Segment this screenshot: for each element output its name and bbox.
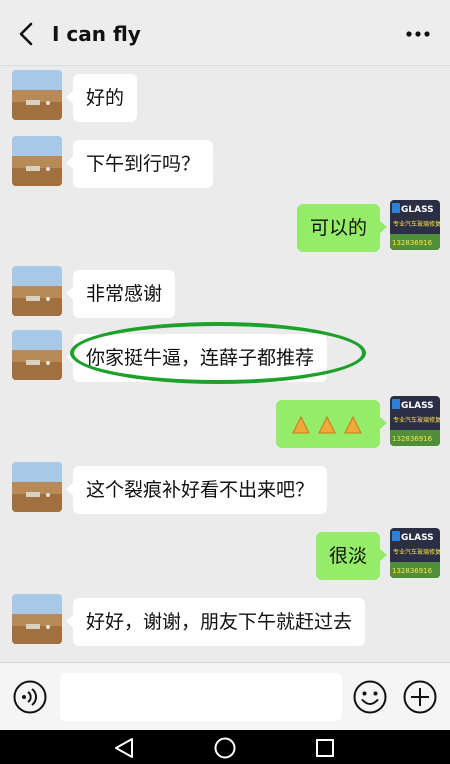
contact-avatar[interactable] xyxy=(12,594,62,644)
message-row: 非常感谢 xyxy=(0,266,450,322)
message-bubble-incoming[interactable]: 下午到行吗？ xyxy=(65,140,214,188)
message-bubble-incoming[interactable]: 好好，谢谢，朋友下午就赶过去 xyxy=(65,598,366,646)
back-chevron-icon[interactable] xyxy=(14,20,40,48)
my-avatar[interactable]: GLASS 专业汽车玻璃修复 132836916 xyxy=(390,396,440,446)
message-bubble-outgoing[interactable]: 很淡 xyxy=(315,532,388,580)
my-avatar[interactable]: GLASS 专业汽车玻璃修复 132836916 xyxy=(390,200,440,250)
avatar-phone-text: 132836916 xyxy=(392,239,433,247)
message-row: 这个裂痕补好看不出来吧？ xyxy=(0,462,450,518)
avatar-phone-text: 132836916 xyxy=(392,435,433,443)
my-avatar[interactable]: GLASS 专业汽车玻璃修复 132836916 xyxy=(390,528,440,578)
avatar-phone-text: 132836916 xyxy=(392,567,433,575)
avatar-caption-text: 专业汽车玻璃修复 xyxy=(393,416,440,424)
message-list[interactable]: 好的 下午到行吗？ 可以的 GLASS 专业汽车玻璃修复 132836916 非… xyxy=(0,66,450,662)
avatar-brand-text: GLASS xyxy=(401,401,434,411)
emoji-icon[interactable] xyxy=(352,679,388,715)
message-row: 好的 xyxy=(0,70,450,126)
contact-avatar[interactable] xyxy=(12,462,62,512)
message-row: GLASS 专业汽车玻璃修复 132836916 xyxy=(0,396,450,452)
message-bubble-incoming[interactable]: 非常感谢 xyxy=(65,270,176,318)
chat-title: I can fly xyxy=(52,22,141,46)
highlight-ellipse xyxy=(70,322,366,384)
square-recent-icon[interactable] xyxy=(314,737,336,759)
more-dots-icon[interactable] xyxy=(404,22,432,46)
input-bar xyxy=(0,662,450,730)
message-row: 可以的 GLASS 专业汽车玻璃修复 132836916 xyxy=(0,200,450,256)
system-nav-bar xyxy=(0,730,450,764)
circle-home-icon[interactable] xyxy=(213,736,237,760)
chat-header: I can fly xyxy=(0,0,450,66)
contact-avatar[interactable] xyxy=(12,70,62,120)
message-row: 很淡 GLASS 专业汽车玻璃修复 132836916 xyxy=(0,528,450,584)
message-bubble-incoming[interactable]: 这个裂痕补好看不出来吧？ xyxy=(65,466,328,514)
message-input[interactable] xyxy=(60,673,342,721)
triangle-back-icon[interactable] xyxy=(112,737,136,759)
avatar-caption-text: 专业汽车玻璃修复 xyxy=(393,548,440,556)
avatar-caption-text: 专业汽车玻璃修复 xyxy=(393,220,440,228)
pray-emoji-icon xyxy=(292,415,362,433)
contact-avatar[interactable] xyxy=(12,266,62,316)
contact-avatar[interactable] xyxy=(12,330,62,380)
message-row: 好好，谢谢，朋友下午就赶过去 xyxy=(0,594,450,650)
plus-icon[interactable] xyxy=(402,679,438,715)
message-bubble-incoming[interactable]: 好的 xyxy=(65,74,138,122)
contact-avatar[interactable] xyxy=(12,136,62,186)
message-bubble-outgoing[interactable] xyxy=(276,400,387,448)
message-bubble-outgoing[interactable]: 可以的 xyxy=(296,204,388,252)
voice-icon[interactable] xyxy=(12,679,48,715)
avatar-brand-text: GLASS xyxy=(401,205,434,215)
message-row: 下午到行吗？ xyxy=(0,136,450,192)
avatar-brand-text: GLASS xyxy=(401,533,434,543)
